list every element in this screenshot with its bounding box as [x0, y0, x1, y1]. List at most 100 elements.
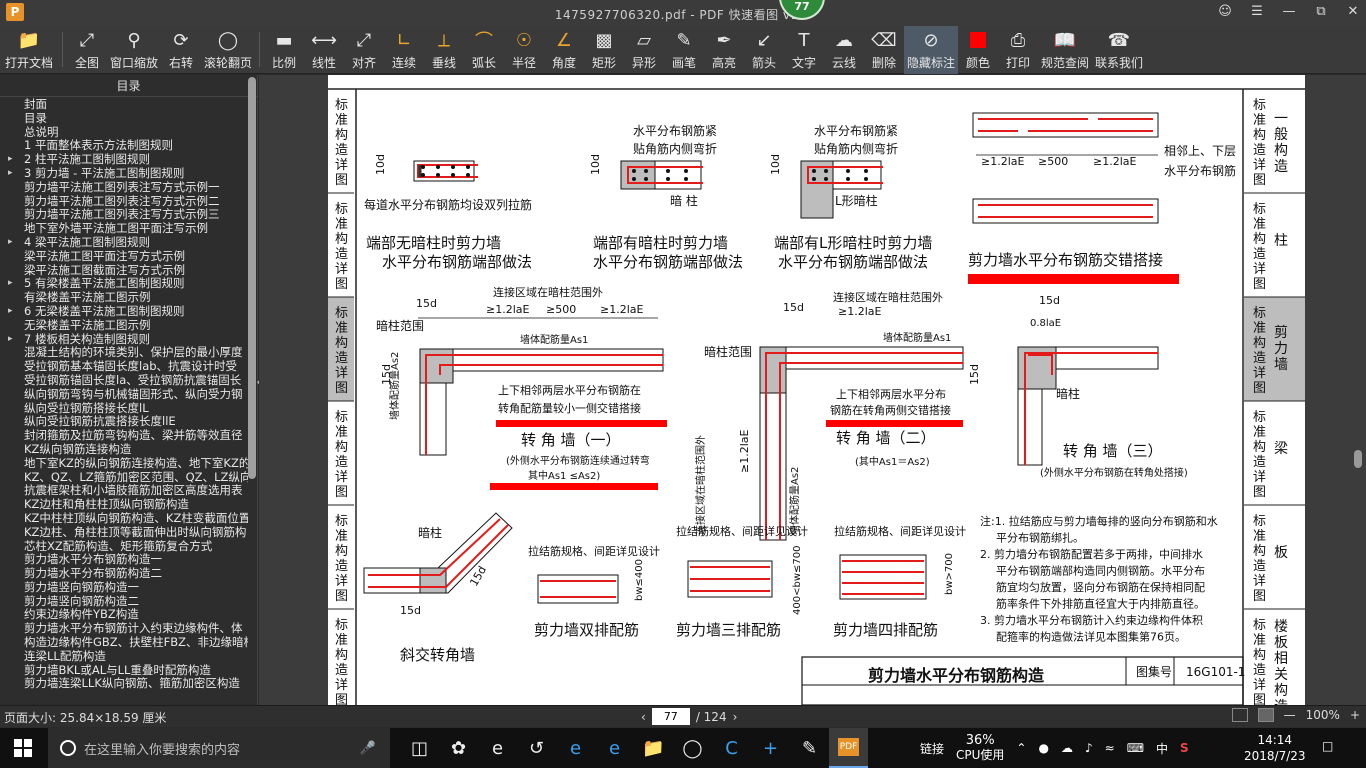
- toolbar-perpendicular-button[interactable]: ⟂ 垂线: [424, 26, 464, 74]
- toolbar-color-swatch-button[interactable]: 颜色: [958, 26, 998, 74]
- expand-arrow-icon[interactable]: ▸: [8, 167, 13, 181]
- toc-item[interactable]: 剪力墙平法施工图列表注写方式示例三: [0, 208, 248, 222]
- toc-item[interactable]: 目录: [0, 112, 248, 126]
- toolbar-angle-button[interactable]: ∠ 角度: [544, 26, 584, 74]
- toolbar-continuous-measure-button[interactable]: ∟ 连续: [384, 26, 424, 74]
- document-viewer[interactable]: 标准构造详图 标准构造详图 标准构造详图 标准构造详图 标准构造详图 标准构造详图 标准构…: [259, 75, 1366, 705]
- toolbar-zoom-window-button[interactable]: ⚲ 窗口缩放: [107, 26, 161, 74]
- toc-item[interactable]: 无梁楼盖平法施工图示例: [0, 319, 248, 333]
- toolbar-linear-measure-button[interactable]: ⟷ 线性: [304, 26, 344, 74]
- toolbar-eraser-button[interactable]: ⌫ 删除: [864, 26, 904, 74]
- toc-item[interactable]: 纵向钢筋弯钩与机械锚固形式、纵向受力钢: [0, 388, 248, 402]
- expand-arrow-icon[interactable]: ▸: [8, 277, 13, 291]
- notes-app-icon[interactable]: ✎: [790, 728, 829, 768]
- zoom-in-icon[interactable]: +: [1350, 708, 1360, 722]
- toolbar-arc-length-button[interactable]: ⌒ 弧长: [464, 26, 504, 74]
- pdf-viewer-icon[interactable]: PDF: [829, 728, 868, 768]
- edge-icon[interactable]: e: [556, 728, 595, 768]
- toc-item[interactable]: ▸ 5 有梁楼盖平法施工图制图规则: [0, 277, 248, 291]
- blue-plus-icon[interactable]: +: [751, 728, 790, 768]
- spiral-app-icon[interactable]: ↺: [517, 728, 556, 768]
- toolbar-scale-button[interactable]: ▬ 比例: [264, 26, 304, 74]
- prev-page-icon[interactable]: ‹: [641, 710, 646, 724]
- toc-item[interactable]: 梁平法施工图截面注写方式示例: [0, 264, 248, 278]
- toolbar-folder-button[interactable]: 📁 打开文档: [0, 26, 58, 74]
- toc-item[interactable]: ▸ 7 楼板相关构造制图规则: [0, 333, 248, 347]
- toc-item[interactable]: 地下室外墙平法施工图平面注写示例: [0, 222, 248, 236]
- toc-item[interactable]: 纵向受拉钢筋搭接长度lL: [0, 402, 248, 416]
- toc-item[interactable]: 抗震框架柱和小墙肢箍筋加密区高度选用表: [0, 484, 248, 498]
- single-page-view-icon[interactable]: [1231, 708, 1248, 722]
- toc-item[interactable]: 地下室KZ的纵向钢筋连接构造、地下室KZ的: [0, 457, 248, 471]
- keyboard-icon[interactable]: ⌨: [1127, 741, 1144, 755]
- toc-item[interactable]: 剪力墙竖向钢筋构造二: [0, 595, 248, 609]
- toc-item[interactable]: 约束边缘构件YBZ构造: [0, 608, 248, 622]
- tray-link[interactable]: 链接: [920, 740, 944, 757]
- tray-cloud-icon[interactable]: ☁: [1061, 741, 1073, 755]
- cpu-meter[interactable]: 36% CPU使用: [956, 733, 1004, 763]
- page-number-input[interactable]: [651, 708, 690, 725]
- toc-item[interactable]: ▸ 6 无梁楼盖平法施工图制图规则: [0, 305, 248, 319]
- toolbar-highlighter-button[interactable]: ✒ 高亮: [704, 26, 744, 74]
- continuous-view-icon[interactable]: [1257, 708, 1274, 722]
- toolbar-cloud-line-button[interactable]: ☁ 云线: [824, 26, 864, 74]
- toolbar-rectangle-area-button[interactable]: ▩ 矩形: [584, 26, 624, 74]
- toc-item[interactable]: 连梁LL配筋构造: [0, 650, 248, 664]
- toolbar-polygon-area-button[interactable]: ▱ 异形: [624, 26, 664, 74]
- toolbar-aligned-measure-button[interactable]: ⤢ 对齐: [344, 26, 384, 74]
- toc-item[interactable]: 剪力墙水平分布钢筋构造二: [0, 567, 248, 581]
- toc-item[interactable]: KZ边柱和角柱柱顶纵向钢筋构造: [0, 498, 248, 512]
- toc-item[interactable]: 受拉钢筋基本锚固长度lab、抗震设计时受: [0, 360, 248, 374]
- microphone-icon[interactable]: 🎤: [360, 741, 376, 756]
- volume-icon[interactable]: ♪: [1085, 741, 1093, 755]
- expand-arrow-icon[interactable]: ▸: [8, 236, 13, 250]
- toc-item[interactable]: 剪力墙平法施工图列表注写方式示例二: [0, 195, 248, 209]
- toc-item[interactable]: 剪力墙BKL或AL与LL重叠时配筋构造: [0, 664, 248, 678]
- toc-item[interactable]: 封面: [0, 98, 248, 112]
- fan-app-icon[interactable]: ✿: [439, 728, 478, 768]
- green-app-icon[interactable]: ◯: [673, 728, 712, 768]
- toc-item[interactable]: 剪力墙平法施工图列表注写方式示例一: [0, 181, 248, 195]
- task-view-icon[interactable]: ◫: [400, 728, 439, 768]
- toc-item[interactable]: ▸ 4 梁平法施工图制图规则: [0, 236, 248, 250]
- toc-item[interactable]: KZ中柱柱顶纵向钢筋构造、KZ柱变截面位置: [0, 512, 248, 526]
- toc-item[interactable]: ▸ 2 柱平法施工图制图规则: [0, 153, 248, 167]
- wifi-icon[interactable]: ≈: [1105, 741, 1115, 755]
- toolbar-mouse-wheel-button[interactable]: ◯ 滚轮翻页: [201, 26, 255, 74]
- windows-start-icon[interactable]: [14, 739, 32, 757]
- toc-item[interactable]: ▸ 3 剪力墙 - 平法施工图制图规则: [0, 167, 248, 181]
- toc-item[interactable]: 剪力墙连梁LLK纵向钢筋、箍筋加密区构造: [0, 677, 248, 691]
- expand-arrow-icon[interactable]: ▸: [8, 153, 13, 167]
- toc-item[interactable]: 受拉钢筋锚固长度la、受拉钢筋抗震锚固长: [0, 374, 248, 388]
- toc-item[interactable]: 梁平法施工图平面注写方式示例: [0, 250, 248, 264]
- close-icon[interactable]: ✕: [1346, 4, 1360, 20]
- file-explorer-icon[interactable]: 📁: [634, 728, 673, 768]
- toc-item[interactable]: 芯柱XZ配筋构造、矩形箍筋复合方式: [0, 540, 248, 554]
- toolbar-book-button[interactable]: 📖 规范查阅: [1038, 26, 1092, 74]
- taskbar-search[interactable]: 在这里输入你要搜索的内容 🎤: [48, 728, 390, 768]
- zoom-out-icon[interactable]: —: [1284, 708, 1296, 722]
- notification-icon[interactable]: □: [1322, 739, 1333, 753]
- user-icon[interactable]: ☺: [1218, 4, 1232, 20]
- toc-item[interactable]: 1 平面整体表示方法制图规则: [0, 139, 248, 153]
- toc-item[interactable]: 总说明: [0, 126, 248, 140]
- tray-chevron-icon[interactable]: ⌃: [1016, 741, 1026, 755]
- toc-item[interactable]: 纵向受拉钢筋抗震搭接长度llE: [0, 415, 248, 429]
- toolbar-rotate-right-button[interactable]: ⟳ 右转: [161, 26, 201, 74]
- toolbar-contact-button[interactable]: ☎ 联系我们: [1092, 26, 1146, 74]
- ime-indicator[interactable]: 中: [1156, 740, 1168, 757]
- toc-item[interactable]: 剪力墙水平分布钢筋构造一: [0, 553, 248, 567]
- toolbar-fit-button[interactable]: ⤢ 全图: [67, 26, 107, 74]
- toolbar-radius-button[interactable]: ☉ 半径: [504, 26, 544, 74]
- restore-icon[interactable]: ⧉: [1314, 4, 1328, 20]
- toolbar-hide-markup-button[interactable]: ⊘ 隐藏标注: [904, 26, 958, 74]
- document-scrollbar[interactable]: [1354, 450, 1362, 468]
- tray-bell-icon[interactable]: ●: [1038, 741, 1048, 755]
- toc-item[interactable]: 构造边缘构件GBZ、扶壁柱FBZ、非边缘暗柱: [0, 636, 248, 650]
- toc-item[interactable]: 剪力墙水平分布钢筋计入约束边缘构件、体: [0, 622, 248, 636]
- toc-item[interactable]: 混凝土结构的环境类别、保护层的最小厚度: [0, 346, 248, 360]
- next-page-icon[interactable]: ›: [733, 710, 738, 724]
- toolbar-printer-button[interactable]: ⎙ 打印: [998, 26, 1038, 74]
- browser-c-icon[interactable]: C: [712, 728, 751, 768]
- expand-arrow-icon[interactable]: ▸: [8, 333, 13, 347]
